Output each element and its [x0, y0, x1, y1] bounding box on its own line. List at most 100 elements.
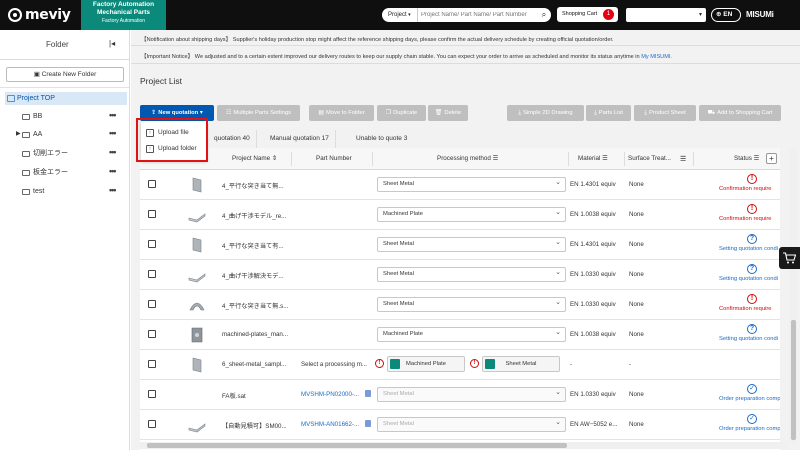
misumi-logo[interactable]: MISUMi [746, 10, 774, 19]
tree-item-project-top[interactable]: Project TOP [5, 92, 127, 105]
status-text[interactable]: Setting quotation condi [719, 336, 778, 342]
file-icon[interactable] [365, 420, 371, 427]
part-thumbnail[interactable] [188, 236, 206, 254]
row-checkbox[interactable] [148, 330, 156, 338]
col-material[interactable]: Material ☰ [578, 155, 608, 162]
my-misumi-link[interactable]: My MISUMI. [641, 54, 672, 60]
more-options-icon[interactable]: ••• [109, 127, 117, 140]
search-scope-select[interactable]: Project [382, 8, 418, 22]
processing-method-select[interactable]: Machined Plate [377, 326, 566, 342]
language-button[interactable]: ⊕ EN [711, 8, 741, 22]
tree-item-cutting-error[interactable]: 切削エラー ••• [0, 147, 129, 160]
processing-method-select[interactable]: Sheet Metal [377, 386, 566, 402]
tab-unable-to-quote[interactable]: Unable to quote 3 [350, 130, 413, 148]
simple-2d-drawing-button[interactable]: ⤓ Simple 2D Drawing [507, 105, 584, 121]
part-thumbnail[interactable] [188, 206, 206, 224]
table-row[interactable]: 4_平行な突き当て有... Sheet Metal EN 1.4301 equiv N… [140, 230, 780, 260]
account-select[interactable] [626, 8, 706, 22]
part-thumbnail[interactable] [188, 386, 206, 404]
expand-arrow-icon[interactable]: ▶ [16, 128, 21, 141]
tab-manual-quotation[interactable]: Manual quotation 17 [264, 130, 336, 148]
more-options-icon[interactable]: ••• [109, 146, 117, 159]
floating-cart-button[interactable] [779, 247, 800, 269]
status-text[interactable]: Confirmation require [719, 306, 772, 312]
project-name[interactable]: 6_sheet-metal_sampl... [222, 361, 286, 368]
row-checkbox[interactable] [148, 210, 156, 218]
status-text[interactable]: Order preparation comp [719, 396, 780, 402]
part-thumbnail[interactable] [188, 416, 206, 434]
processing-method-select[interactable]: Sheet Metal [377, 416, 566, 432]
surface-menu-icon[interactable]: ☰ [680, 155, 686, 163]
table-row[interactable]: 【自動見積可】SM00... MVSHM-AN01662-... Sheet Met… [140, 410, 780, 440]
project-name[interactable]: 4_曲げ干渉モデル_re... [222, 211, 286, 220]
project-name[interactable]: machined-plates_man... [222, 331, 288, 338]
processing-method-select[interactable]: Sheet Metal [377, 176, 566, 192]
vertical-scroll-thumb[interactable] [791, 320, 796, 440]
file-icon[interactable] [365, 390, 371, 397]
tree-item-sheet-error[interactable]: 板金エラー ••• [0, 166, 129, 179]
machined-plate-option-button[interactable]: Machined Plate [387, 356, 465, 372]
processing-method-select[interactable]: Sheet Metal [377, 296, 566, 312]
col-status[interactable]: Status ☰ [734, 155, 759, 162]
col-part-number[interactable]: Part Number [316, 155, 352, 162]
project-name[interactable]: FA板.sat [222, 391, 246, 400]
table-row[interactable]: 4_平行な突き当て無.s... Sheet Metal EN 1.0330 equi… [140, 290, 780, 320]
more-options-icon[interactable]: ••• [109, 165, 117, 178]
project-name[interactable]: 4_曲げ干渉解決モデ... [222, 271, 284, 280]
col-project-name[interactable]: Project Name ⇕ [232, 155, 277, 162]
table-row[interactable]: 4_曲げ干渉モデル_re... Machined Plate EN 1.0038 e… [140, 200, 780, 230]
duplicate-button[interactable]: ❐ Duplicate [377, 105, 426, 121]
processing-method-select[interactable]: Sheet Metal [377, 236, 566, 252]
project-name[interactable]: 4_平行な突き当て有... [222, 241, 284, 250]
tab-auto-quotation[interactable]: quotation 40 [208, 130, 257, 148]
row-checkbox[interactable] [148, 180, 156, 188]
status-text[interactable]: Confirmation require [719, 216, 772, 222]
project-name[interactable]: 4_平行な突き当て無... [222, 181, 284, 190]
tree-item-test[interactable]: test ••• [0, 185, 129, 198]
part-thumbnail[interactable] [188, 356, 206, 374]
table-row[interactable]: machined-plates_man... Machined Plate EN 1… [140, 320, 780, 350]
create-folder-button[interactable]: ▣ Create New Folder [6, 67, 124, 82]
tree-item-aa[interactable]: ▶ AA ••• [0, 128, 129, 141]
part-thumbnail[interactable] [188, 266, 206, 284]
move-to-folder-button[interactable]: ▤ Move to Folder [309, 105, 374, 121]
more-options-icon[interactable]: ••• [109, 109, 117, 122]
parts-list-button[interactable]: ⤓ Parts List [586, 105, 631, 121]
part-number[interactable]: MVSHM-PN02000-... [301, 391, 359, 398]
part-number[interactable]: MVSHM-AN01662-... [301, 421, 359, 428]
table-row[interactable]: FA板.sat MVSHM-PN02000-... Sheet Metal EN 1.… [140, 380, 780, 410]
add-to-cart-button[interactable]: ⛟ Add to Shopping Cart [699, 105, 781, 121]
sheet-metal-option-button[interactable]: Sheet Metal [482, 356, 560, 372]
processing-method-select[interactable]: Sheet Metal [377, 266, 566, 282]
project-name[interactable]: 【自動見積可】SM00... [222, 421, 287, 430]
product-sheet-button[interactable]: ⤓ Product Sheet [634, 105, 696, 121]
collapse-sidebar-icon[interactable]: |◂ [109, 39, 115, 48]
part-thumbnail[interactable] [188, 176, 206, 194]
multiple-parts-settings-button[interactable]: ☷ Multiple Parts Settings [217, 105, 300, 121]
col-surface-treatment[interactable]: Surface Treat... [628, 155, 671, 162]
status-text[interactable]: Setting quotation condi [719, 276, 778, 282]
tree-item-bb[interactable]: BB ••• [0, 110, 129, 123]
status-text[interactable]: Setting quotation condi [719, 246, 778, 252]
shopping-cart-button[interactable]: Shopping Cart 1 [557, 7, 618, 22]
row-checkbox[interactable] [148, 270, 156, 278]
row-checkbox[interactable] [148, 420, 156, 428]
row-checkbox[interactable] [148, 360, 156, 368]
status-text[interactable]: Confirmation require [719, 186, 772, 192]
search-input[interactable] [418, 8, 537, 22]
search-icon[interactable]: ⌕ [537, 8, 551, 22]
table-row[interactable]: 4_平行な突き当て無... Sheet Metal EN 1.4301 equiv N… [140, 170, 780, 200]
project-name[interactable]: 4_平行な突き当て無.s... [222, 301, 288, 310]
row-checkbox[interactable] [148, 300, 156, 308]
part-thumbnail[interactable] [188, 296, 206, 314]
table-row[interactable]: 6_sheet-metal_sampl... Select a processin… [140, 350, 780, 380]
processing-method-select[interactable]: Machined Plate [377, 206, 566, 222]
status-text[interactable]: Order preparation comp [719, 426, 780, 432]
horizontal-scroll-thumb[interactable] [147, 443, 567, 448]
table-row[interactable]: 4_曲げ干渉解決モデ... Sheet Metal EN 1.0330 equiv N… [140, 260, 780, 290]
delete-button[interactable]: 🗑 Delete [428, 105, 468, 121]
product-category-tag[interactable]: Factory Automation Mechanical Parts Fact… [81, 0, 166, 30]
part-thumbnail[interactable] [188, 326, 206, 344]
meviy-logo[interactable]: meviy [8, 7, 71, 23]
add-column-button[interactable]: + [766, 153, 777, 164]
